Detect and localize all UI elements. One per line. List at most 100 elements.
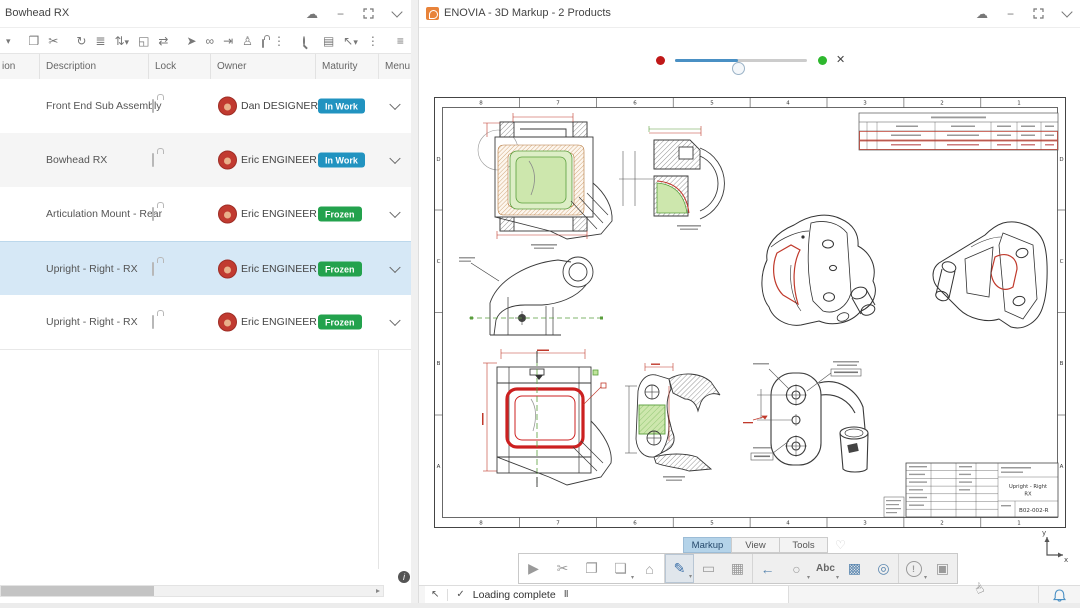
search-icon[interactable]: [303, 36, 305, 46]
paste-icon[interactable]: ❏▾: [606, 554, 635, 583]
cut-icon[interactable]: ✂: [548, 554, 577, 583]
row-chevron-icon[interactable]: [389, 315, 400, 326]
slider-handle[interactable]: [732, 62, 745, 75]
structure-toolbar: ▾ ❐ ✂ ↻ ≣ ⇅▾ ◱ ⇄ ➤ ∞ ⇥ ♙ ⋮ ▤ ↖▾ ⋮ ≡: [0, 28, 411, 55]
circle-tool-icon[interactable]: ○▾: [782, 554, 811, 583]
instance-icon[interactable]: ◱: [138, 35, 149, 47]
status-badge: Frozen: [318, 315, 362, 330]
issue-icon[interactable]: !▾: [899, 554, 928, 583]
column-header-owner[interactable]: Owner: [210, 54, 315, 80]
expand-icon[interactable]: [1033, 8, 1044, 19]
minimize-icon[interactable]: −: [1007, 8, 1014, 20]
column-header-maturity[interactable]: Maturity State: [315, 54, 378, 80]
column-header-clipped[interactable]: ion: [0, 54, 39, 80]
markup-viewer-panel: ENOVIA - 3D Markup - 2 Products ☁ − ✕: [418, 0, 1080, 603]
compare-icon[interactable]: ⇄: [158, 35, 168, 47]
column-header-lock[interactable]: Lock: [148, 54, 210, 80]
chevron-down-icon[interactable]: [391, 6, 402, 17]
svg-text:RX: RX: [1024, 492, 1032, 498]
share-icon[interactable]: ➤: [186, 35, 196, 47]
unlock-icon[interactable]: [152, 263, 154, 275]
check-icon: ✓: [456, 590, 464, 600]
status-badge: Frozen: [318, 207, 362, 222]
notification-button[interactable]: [1038, 586, 1079, 603]
row-chevron-icon[interactable]: [389, 262, 400, 273]
table-row[interactable]: Bowhead RX Eric ENGINEER In Work: [0, 133, 411, 188]
status-message: Loading complete: [473, 589, 556, 601]
row-owner: Dan DESIGNER: [241, 100, 318, 112]
kebab-menu-icon[interactable]: ⋮: [273, 35, 285, 47]
minimize-icon[interactable]: −: [337, 8, 344, 20]
sort-caret-icon: ▾: [125, 37, 130, 47]
table-row[interactable]: Front End Sub Assembly Dan DESIGNER In W…: [0, 79, 411, 134]
structure-list-icon[interactable]: ≣: [95, 35, 105, 47]
left-window-header: Bowhead RX ☁ −: [0, 0, 411, 28]
link-icon[interactable]: ∞: [206, 35, 215, 47]
markup-edit-icon[interactable]: ✎▾: [665, 554, 694, 583]
tab-view[interactable]: View: [731, 537, 780, 553]
svg-text:4: 4: [786, 101, 790, 107]
table-row[interactable]: Upright - Right - RX Eric ENGINEER Froze…: [0, 295, 411, 350]
status-badge: In Work: [318, 153, 365, 168]
column-header-description[interactable]: Description: [39, 54, 148, 80]
refresh-icon[interactable]: ↻: [76, 35, 86, 47]
table-row[interactable]: Articulation Mount - Rear Eric ENGINEER …: [0, 187, 411, 242]
tab-tools[interactable]: Tools: [779, 537, 828, 553]
kebab-menu-icon[interactable]: ⋮: [367, 35, 379, 47]
chevron-down-icon[interactable]: [1061, 6, 1072, 17]
row-chevron-icon[interactable]: [389, 153, 400, 164]
caret-down-icon[interactable]: ▾: [6, 37, 11, 46]
unlock-icon[interactable]: [152, 154, 154, 166]
favorite-heart-icon[interactable]: ♡: [835, 539, 846, 551]
cloud-icon[interactable]: ☁: [976, 8, 988, 20]
svg-text:6: 6: [633, 101, 637, 107]
info-icon[interactable]: [398, 571, 410, 583]
drawing-sheet[interactable]: 87654321 87654321 DCBA DCBA: [434, 96, 1067, 529]
unlock-icon[interactable]: [152, 316, 154, 328]
slider-track[interactable]: [675, 59, 807, 62]
copy-icon[interactable]: ❐: [577, 554, 606, 583]
menu-lines-icon[interactable]: ≡: [397, 35, 404, 47]
rectangle-tool-icon[interactable]: ▭: [694, 554, 723, 583]
svg-text:5: 5: [710, 521, 714, 527]
unlock-icon[interactable]: [152, 208, 154, 220]
red-dot-icon: [656, 56, 665, 65]
cut-icon[interactable]: ✂: [48, 35, 58, 47]
tab-markup[interactable]: Markup: [683, 537, 732, 553]
horizontal-scrollbar[interactable]: [0, 585, 384, 597]
table-row-selected[interactable]: Upright - Right - RX Eric ENGINEER Froze…: [0, 241, 411, 297]
row-description: Upright - Right - RX: [46, 263, 138, 275]
row-chevron-icon[interactable]: [389, 99, 400, 110]
close-icon[interactable]: ✕: [836, 53, 845, 66]
grid-edit-icon[interactable]: ▦: [723, 554, 752, 583]
row-description: Upright - Right - RX: [46, 316, 138, 328]
person-icon[interactable]: ♙: [242, 35, 253, 47]
avatar: [218, 313, 237, 332]
unlock-icon[interactable]: [152, 100, 154, 112]
pause-icon[interactable]: Ⅱ: [564, 590, 569, 600]
column-header-menu[interactable]: Menu: [378, 54, 411, 80]
scrollbar-thumb[interactable]: [1, 586, 154, 596]
svg-text:7: 7: [556, 521, 560, 527]
measure-icon[interactable]: ◎: [869, 554, 898, 583]
open-in-icon[interactable]: ⇥: [223, 35, 233, 47]
scrollbar-right-arrow[interactable]: [376, 589, 380, 593]
lock-icon[interactable]: [262, 39, 264, 48]
slider-fill: [675, 59, 738, 62]
back-arrow-icon[interactable]: ←: [753, 554, 782, 583]
expand-icon[interactable]: [363, 8, 374, 19]
status-divider: [447, 589, 448, 601]
home-icon[interactable]: ⌂: [635, 554, 664, 583]
row-chevron-icon[interactable]: [389, 207, 400, 218]
image-markup-icon[interactable]: ▩: [840, 554, 869, 583]
svg-text:2: 2: [940, 521, 944, 527]
text-tool-icon[interactable]: Abc▾: [811, 554, 840, 583]
copy-icon[interactable]: ❐: [29, 35, 40, 47]
select-cursor-icon[interactable]: ↖▾: [343, 35, 358, 47]
snapshot-icon[interactable]: ▣: [928, 554, 957, 583]
cloud-icon[interactable]: ☁: [306, 8, 318, 20]
select-cursor-icon[interactable]: ↖: [431, 590, 439, 600]
sort-icon[interactable]: ⇅▾: [114, 35, 129, 47]
clipboard-play-icon[interactable]: ▶: [519, 554, 548, 583]
database-icon[interactable]: ▤: [323, 35, 334, 47]
